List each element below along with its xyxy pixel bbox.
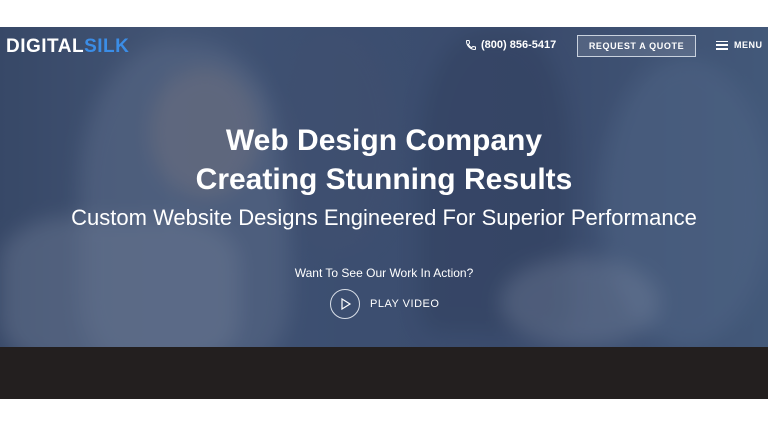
menu-label: MENU <box>734 40 763 50</box>
phone-link[interactable]: (800) 856-5417 <box>465 39 556 51</box>
hamburger-menu-icon <box>716 40 728 50</box>
phone-number: (800) 856-5417 <box>481 39 557 51</box>
hero-title-line2: Creating Stunning Results <box>195 163 573 196</box>
hero-title-line1: Web Design Company <box>225 124 543 157</box>
hero-subtitle: Custom Website Designs Engineered For Su… <box>71 205 697 230</box>
play-video-button[interactable]: PLAY VIDEO <box>330 289 439 319</box>
request-quote-button[interactable]: REQUEST A QUOTE <box>577 35 696 57</box>
menu-button[interactable]: MENU <box>716 40 763 50</box>
logo-silk: SILK <box>84 36 130 57</box>
logo-digital: DIGITAL <box>6 36 85 57</box>
play-icon-circle <box>330 289 360 319</box>
phone-icon <box>465 40 476 51</box>
dark-section <box>0 347 768 399</box>
hero-banner: DIGITALSILK (800) 856-5417 REQUEST A QUO… <box>0 27 768 347</box>
logo[interactable]: DIGITALSILK <box>6 36 129 58</box>
play-icon <box>341 298 352 310</box>
play-video-label: PLAY VIDEO <box>370 298 440 310</box>
video-prompt: Want To See Our Work In Action? <box>294 266 474 280</box>
